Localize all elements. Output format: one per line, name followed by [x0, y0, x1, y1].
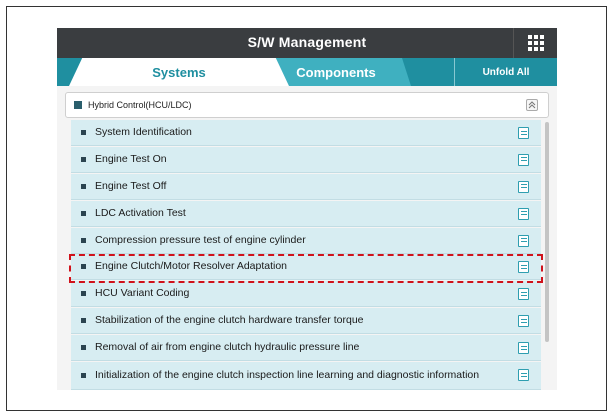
- unfold-all-button[interactable]: Unfold All: [454, 58, 557, 86]
- group-label: Hybrid Control(HCU/LDC): [88, 100, 192, 110]
- document-icon[interactable]: [518, 315, 529, 328]
- document-icon[interactable]: [518, 369, 529, 382]
- bullet-icon: [81, 318, 86, 324]
- bullet-icon: [81, 345, 86, 351]
- list-item-label: Initialization of the engine clutch insp…: [95, 369, 480, 382]
- page-title: S/W Management: [247, 34, 367, 50]
- tab-systems[interactable]: Systems: [69, 58, 289, 86]
- bullet-icon: [81, 373, 86, 379]
- bullet-icon: [81, 264, 86, 270]
- list-item-label: Engine Clutch/Motor Resolver Adaptation: [95, 260, 288, 273]
- document-icon[interactable]: [518, 127, 529, 139]
- list-item[interactable]: Engine Test Off: [71, 173, 541, 200]
- list-item-label: Removal of air from engine clutch hydrau…: [95, 341, 360, 354]
- list-item-label: System Identification: [95, 126, 192, 138]
- bullet-icon: [81, 130, 86, 135]
- list-item-label: Compression pressure test of engine cyli…: [95, 233, 306, 246]
- document-icon[interactable]: [518, 180, 529, 193]
- document-icon[interactable]: [518, 288, 529, 301]
- document-icon[interactable]: [518, 261, 529, 274]
- document-icon[interactable]: [518, 207, 529, 220]
- bullet-icon: [81, 183, 86, 189]
- list-item[interactable]: Removal of air from engine clutch hydrau…: [71, 335, 541, 362]
- bullet-icon: [81, 156, 86, 162]
- group-square-icon: [74, 101, 82, 109]
- list-item[interactable]: Engine Test On: [71, 146, 541, 173]
- list-item[interactable]: Compression pressure test of engine cyli…: [71, 227, 541, 254]
- group-header-hybrid-control[interactable]: Hybrid Control(HCU/LDC): [65, 92, 549, 118]
- grid-icon: [527, 35, 544, 51]
- document-icon[interactable]: [518, 153, 529, 166]
- sw-management-app: S/W Management Components Systems Unfold…: [57, 28, 557, 390]
- list-item[interactable]: HCU Variant Coding: [71, 281, 541, 308]
- list-item-label: Engine Test On: [95, 152, 167, 165]
- function-list: System Identification Engine Test On Engin…: [71, 120, 541, 390]
- list-item-label: HCU Variant Coding: [95, 287, 190, 300]
- document-icon[interactable]: [518, 342, 529, 355]
- list-item-label: LDC Activation Test: [95, 206, 186, 219]
- list-item[interactable]: Initialization of the engine clutch insp…: [71, 362, 541, 390]
- document-icon[interactable]: [518, 234, 529, 247]
- list-item[interactable]: System Identification: [71, 120, 541, 146]
- list-item-label: Stabilization of the engine clutch hardw…: [95, 314, 364, 327]
- tab-bar: Components Systems Unfold All: [57, 58, 557, 86]
- grid-menu-button[interactable]: [513, 28, 557, 58]
- list-item[interactable]: Stabilization of the engine clutch hardw…: [71, 308, 541, 335]
- scrollbar[interactable]: [545, 122, 549, 342]
- list-item-label: Engine Test Off: [95, 179, 167, 192]
- list-item[interactable]: LDC Activation Test: [71, 200, 541, 227]
- list-item[interactable]: Engine Clutch/Motor Resolver Adaptation: [71, 254, 541, 281]
- bullet-icon: [81, 237, 86, 243]
- bullet-icon: [81, 291, 86, 297]
- bullet-icon: [81, 210, 86, 216]
- collapse-icon[interactable]: [526, 99, 538, 111]
- title-bar: S/W Management: [57, 28, 557, 58]
